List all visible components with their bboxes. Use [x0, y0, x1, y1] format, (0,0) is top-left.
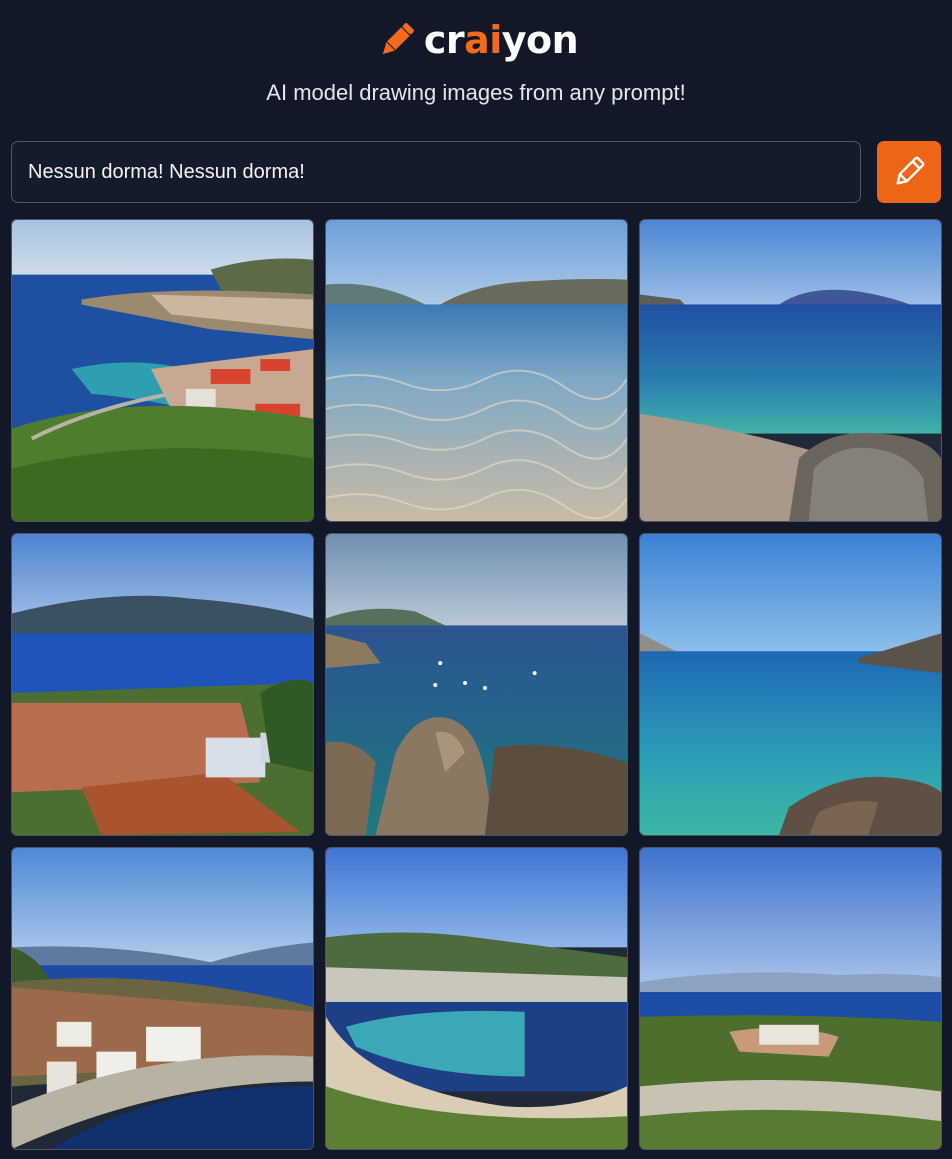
- header: craiyon: [0, 14, 952, 66]
- generated-image[interactable]: [11, 219, 314, 522]
- generated-image[interactable]: [11, 533, 314, 836]
- generated-image[interactable]: [11, 847, 314, 1150]
- logo-highlight: ai: [464, 18, 502, 62]
- generated-image[interactable]: [325, 533, 628, 836]
- logo-suffix: yon: [501, 18, 579, 62]
- pencil-icon: [896, 156, 925, 185]
- generated-image[interactable]: [639, 533, 942, 836]
- draw-button[interactable]: [877, 141, 941, 203]
- generated-image[interactable]: [639, 847, 942, 1150]
- generated-image[interactable]: [325, 219, 628, 522]
- tagline: AI model drawing images from any prompt!: [266, 80, 686, 105]
- generated-image[interactable]: [325, 847, 628, 1150]
- prompt-input[interactable]: [11, 141, 861, 203]
- generated-image[interactable]: [639, 219, 942, 522]
- pencil-icon: [382, 23, 414, 55]
- logo-prefix: cr: [423, 18, 465, 62]
- image-grid: [11, 219, 942, 1150]
- logo-text[interactable]: craiyon: [423, 18, 579, 62]
